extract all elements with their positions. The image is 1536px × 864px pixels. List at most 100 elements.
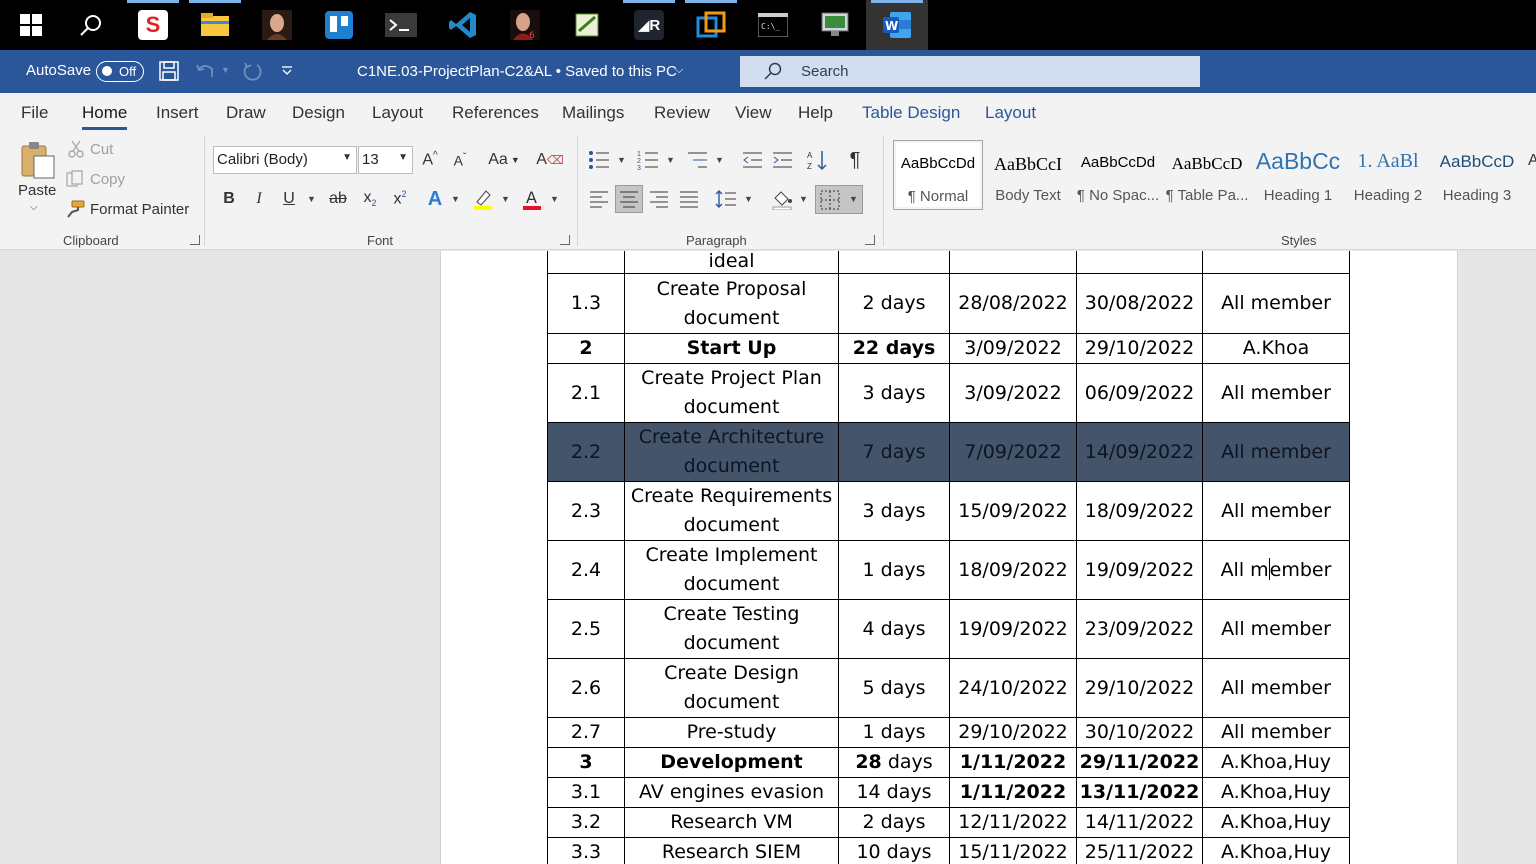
style-heading-2[interactable]: 1. AaBl Heading 2: [1344, 140, 1432, 210]
start-date-cell[interactable]: 3/09/2022: [949, 363, 1077, 423]
start-date-cell[interactable]: [949, 251, 1077, 274]
align-center-button[interactable]: [615, 185, 643, 213]
task-number-cell[interactable]: 2.3: [547, 481, 625, 541]
copy-button[interactable]: Copy: [66, 170, 125, 188]
task-number-cell[interactable]: [547, 251, 625, 274]
show-formatting-marks-button[interactable]: ¶: [842, 147, 868, 173]
owner-cell[interactable]: A.Khoa,Huy: [1202, 777, 1350, 808]
style-normal[interactable]: AaBbCcDd ¶ Normal: [893, 140, 983, 210]
taskbar-app-s[interactable]: S: [122, 0, 184, 50]
undo-dropdown-icon[interactable]: ▼: [221, 65, 230, 75]
chevron-down-icon[interactable]: ▼: [715, 155, 724, 165]
owner-cell[interactable]: [1202, 251, 1350, 274]
task-number-cell[interactable]: 3: [547, 747, 625, 778]
start-date-cell[interactable]: 1/11/2022: [949, 747, 1077, 778]
start-date-cell[interactable]: 1/11/2022: [949, 777, 1077, 808]
task-name-cell[interactable]: Research VM: [624, 807, 839, 838]
end-date-cell[interactable]: 18/09/2022: [1076, 481, 1203, 541]
end-date-cell[interactable]: 30/08/2022: [1076, 273, 1203, 334]
tab-home[interactable]: Home: [82, 103, 128, 130]
sort-button[interactable]: AZ: [805, 147, 831, 173]
taskbar-file-explorer[interactable]: [184, 0, 246, 50]
bold-button[interactable]: B: [216, 186, 242, 212]
task-number-cell[interactable]: 3.1: [547, 777, 625, 808]
owner-cell[interactable]: All member: [1202, 363, 1350, 423]
taskbar-portrait-app-2[interactable]: 6: [494, 0, 556, 50]
shrink-font-button[interactable]: Aˇ: [447, 147, 473, 173]
windows-start-button[interactable]: [0, 0, 62, 50]
tab-mailings[interactable]: Mailings: [562, 103, 624, 123]
start-date-cell[interactable]: 15/09/2022: [949, 481, 1077, 541]
duration-cell[interactable]: 7 days: [838, 422, 950, 482]
paragraph-dialog-launcher-icon[interactable]: [865, 235, 875, 245]
cut-button[interactable]: Cut: [68, 140, 113, 158]
search-box[interactable]: Search: [740, 56, 1200, 87]
task-number-cell[interactable]: 2.2: [547, 422, 625, 482]
align-right-button[interactable]: [646, 186, 672, 212]
end-date-cell[interactable]: 14/11/2022: [1076, 807, 1203, 838]
font-size-select[interactable]: 13 ▼: [358, 146, 413, 174]
end-date-cell[interactable]: 29/11/2022: [1076, 747, 1203, 778]
taskbar-r-app[interactable]: ◢R: [618, 0, 680, 50]
owner-cell[interactable]: All member: [1202, 658, 1350, 718]
task-name-cell[interactable]: ideal: [624, 251, 839, 274]
chevron-down-icon[interactable]: ▼: [451, 194, 460, 204]
chevron-down-icon[interactable]: ▼: [617, 155, 626, 165]
end-date-cell[interactable]: 13/11/2022: [1076, 777, 1203, 808]
duration-cell[interactable]: 2 days: [838, 807, 950, 838]
duration-cell[interactable]: [838, 251, 950, 274]
task-name-cell[interactable]: Research SIEM: [624, 837, 839, 864]
task-name-cell[interactable]: AV engines evasion: [624, 777, 839, 808]
owner-cell[interactable]: A.Khoa,Huy: [1202, 747, 1350, 778]
end-date-cell[interactable]: 29/10/2022: [1076, 658, 1203, 718]
underline-button[interactable]: U: [276, 186, 302, 212]
duration-cell[interactable]: 5 days: [838, 658, 950, 718]
tab-view[interactable]: View: [735, 103, 772, 123]
customize-quick-access-button[interactable]: [281, 64, 293, 82]
chevron-down-icon[interactable]: ▼: [307, 194, 316, 204]
task-name-cell[interactable]: Create Testing document: [624, 599, 839, 659]
owner-cell[interactable]: A.Khoa: [1202, 333, 1350, 364]
taskbar-cmd[interactable]: C:\_: [742, 0, 804, 50]
duration-cell[interactable]: 10 days: [838, 837, 950, 864]
end-date-cell[interactable]: 25/11/2022: [1076, 837, 1203, 864]
start-date-cell[interactable]: 18/09/2022: [949, 540, 1077, 600]
duration-cell[interactable]: 2 days: [838, 273, 950, 334]
taskbar-vscode[interactable]: [432, 0, 494, 50]
task-number-cell[interactable]: 2.6: [547, 658, 625, 718]
format-painter-button[interactable]: Format Painter: [66, 200, 189, 218]
start-date-cell[interactable]: 12/11/2022: [949, 807, 1077, 838]
duration-cell[interactable]: 3 days: [838, 481, 950, 541]
shading-button[interactable]: [769, 186, 795, 212]
task-number-cell[interactable]: 1.3: [547, 273, 625, 334]
owner-cell[interactable]: All member: [1202, 481, 1350, 541]
task-name-cell[interactable]: Create Design document: [624, 658, 839, 718]
clipboard-dialog-launcher-icon[interactable]: [190, 235, 200, 245]
task-number-cell[interactable]: 3.2: [547, 807, 625, 838]
end-date-cell[interactable]: 14/09/2022: [1076, 422, 1203, 482]
taskbar-virtual-app[interactable]: [680, 0, 742, 50]
end-date-cell[interactable]: 06/09/2022: [1076, 363, 1203, 423]
autosave-toggle[interactable]: Off: [96, 61, 144, 82]
chevron-down-icon[interactable]: ▼: [550, 194, 559, 204]
clear-formatting-button[interactable]: A⌫: [536, 147, 564, 173]
chevron-down-icon[interactable]: ▼: [501, 194, 510, 204]
taskbar-remote-desktop[interactable]: [804, 0, 866, 50]
align-left-button[interactable]: [586, 186, 612, 212]
change-case-button[interactable]: Aa ▼: [484, 147, 524, 173]
chevron-down-icon[interactable]: ▼: [666, 155, 675, 165]
owner-cell[interactable]: All member: [1202, 717, 1350, 748]
subscript-button[interactable]: x2: [357, 186, 383, 212]
decrease-indent-button[interactable]: [739, 147, 765, 173]
superscript-button[interactable]: x2: [387, 186, 413, 212]
numbering-button[interactable]: 123: [635, 147, 661, 173]
end-date-cell[interactable]: 30/10/2022: [1076, 717, 1203, 748]
tab-file[interactable]: File: [21, 103, 48, 123]
tab-insert[interactable]: Insert: [156, 103, 199, 123]
taskbar-notepad-app[interactable]: [556, 0, 618, 50]
end-date-cell[interactable]: [1076, 251, 1203, 274]
start-date-cell[interactable]: 29/10/2022: [949, 717, 1077, 748]
duration-cell[interactable]: 1 days: [838, 717, 950, 748]
chevron-down-icon[interactable]: ▼: [799, 194, 808, 204]
justify-button[interactable]: [676, 186, 702, 212]
